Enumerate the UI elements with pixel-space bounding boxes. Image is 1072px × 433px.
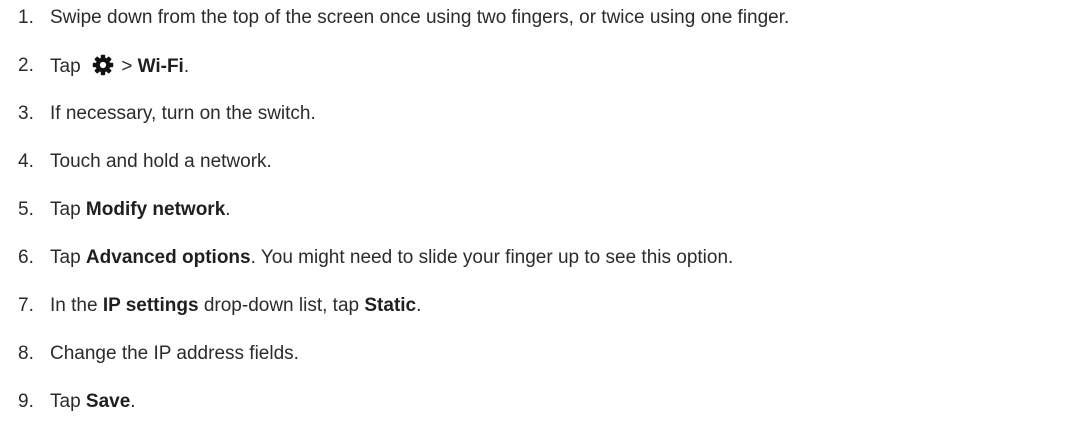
step-text: Tap Advanced options. You might need to … bbox=[50, 247, 733, 269]
step-number: 1. bbox=[18, 7, 34, 28]
step-number: 4. bbox=[18, 151, 34, 172]
step-emphasis: Advanced options bbox=[85, 247, 251, 268]
step-emphasis: IP settings bbox=[102, 295, 199, 316]
step-emphasis: Static bbox=[364, 295, 417, 316]
step-item: 6. Tap Advanced options. You might need t… bbox=[0, 242, 733, 274]
step-number: 3. bbox=[18, 103, 34, 124]
step-text-segment: Tap bbox=[50, 199, 86, 220]
step-text-segment: . bbox=[416, 295, 422, 316]
step-item: 9. Tap Save. bbox=[0, 386, 136, 418]
step-text-segment: drop-down list, tap bbox=[198, 295, 365, 316]
step-text-segment: . bbox=[225, 199, 231, 220]
step-item: 1. Swipe down from the top of the screen … bbox=[0, 2, 789, 34]
step-number: 7. bbox=[18, 295, 34, 316]
step-number: 6. bbox=[18, 247, 34, 268]
step-text-segment: If necessary, turn on the switch. bbox=[50, 103, 316, 124]
step-item: 7. In the IP settings drop-down list, tap… bbox=[0, 290, 421, 322]
step-text: Tap Modify network. bbox=[50, 199, 231, 221]
step-text-segment: Tap bbox=[50, 56, 86, 77]
step-text: Tap Save. bbox=[50, 391, 136, 413]
step-number: 8. bbox=[18, 343, 34, 364]
step-text-segment: Tap bbox=[50, 391, 86, 412]
step-emphasis: Modify network bbox=[85, 199, 226, 220]
step-text-segment: In the bbox=[50, 295, 103, 316]
step-text-segment: Tap bbox=[50, 247, 86, 268]
settings-gear-icon bbox=[92, 54, 114, 76]
step-number: 9. bbox=[18, 391, 34, 412]
step-text-segment: . bbox=[130, 391, 136, 412]
step-item: 3. If necessary, turn on the switch. bbox=[0, 98, 316, 130]
step-text: In the IP settings drop-down list, tap S… bbox=[50, 295, 421, 317]
step-item: 5. Tap Modify network. bbox=[0, 194, 231, 226]
step-text: Change the IP address fields. bbox=[50, 343, 299, 365]
step-number: 2. bbox=[18, 55, 34, 76]
step-text: If necessary, turn on the switch. bbox=[50, 103, 316, 125]
step-item: 4. Touch and hold a network. bbox=[0, 146, 272, 178]
step-text-segment: Touch and hold a network. bbox=[50, 151, 272, 172]
step-text-segment: Change the IP address fields. bbox=[50, 343, 299, 364]
step-text: Swipe down from the top of the screen on… bbox=[50, 7, 789, 29]
step-text-segment: . bbox=[183, 56, 190, 77]
step-text-segment: . You might need to slide your finger up… bbox=[250, 247, 734, 268]
step-text-segment: Swipe down from the top of the screen on… bbox=[50, 7, 790, 28]
step-text-segment: > bbox=[115, 56, 138, 77]
step-item: 8. Change the IP address fields. bbox=[0, 338, 299, 370]
step-emphasis: Wi-Fi bbox=[137, 56, 184, 77]
step-text: Tap > Wi-Fi. bbox=[50, 54, 189, 78]
step-text: Touch and hold a network. bbox=[50, 151, 272, 173]
step-emphasis: Save bbox=[85, 391, 131, 412]
step-item: 2. Tap > Wi-Fi. bbox=[0, 50, 189, 82]
step-number: 5. bbox=[18, 199, 34, 220]
